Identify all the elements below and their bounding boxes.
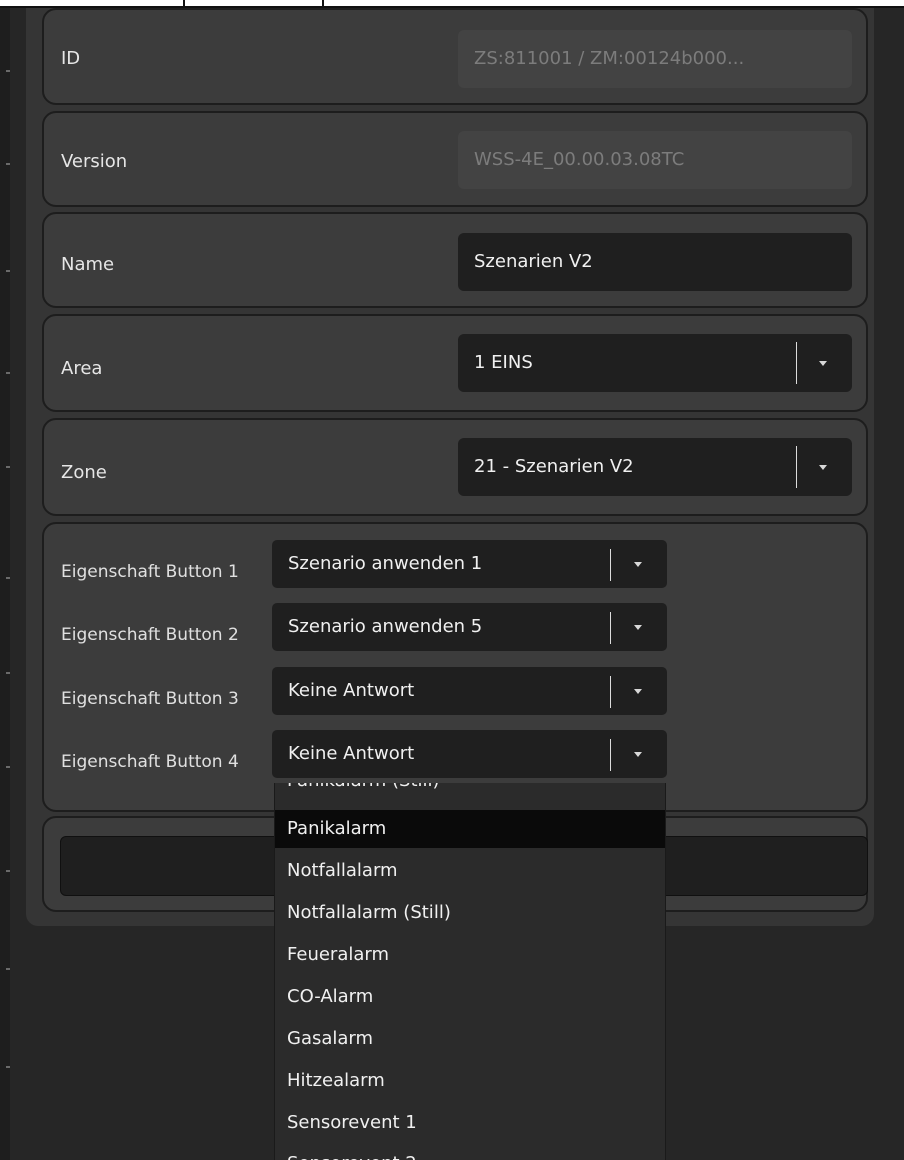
select-separator: [610, 612, 611, 644]
select-separator: [796, 446, 797, 488]
zone-selected-value: 21 - Szenarien V2: [474, 456, 634, 477]
chevron-down-icon[interactable]: [634, 625, 642, 630]
dropdown-option[interactable]: Gasalarm: [275, 1020, 665, 1058]
button-1-property-value: Szenario anwenden 1: [288, 553, 483, 574]
top-edge: [0, 0, 904, 8]
version-field: WSS-4E_00.00.03.08TC: [458, 131, 852, 189]
button-3-property-value: Keine Antwort: [288, 680, 415, 701]
button-3-property-select[interactable]: Keine Antwort: [272, 667, 667, 715]
background-page-edge: [0, 8, 10, 1160]
chevron-down-icon[interactable]: [819, 465, 827, 470]
id-label: ID: [61, 48, 81, 69]
button-2-property-label: Eigenschaft Button 2: [61, 625, 239, 645]
button-4-property-label: Eigenschaft Button 4: [61, 752, 239, 772]
button-2-property-select[interactable]: Szenario anwenden 5: [272, 603, 667, 651]
button-1-property-label: Eigenschaft Button 1: [61, 562, 239, 582]
button-properties-section: Eigenschaft Button 1 Szenario anwenden 1…: [42, 522, 868, 812]
dropdown-option[interactable]: Notfallalarm (Still): [275, 894, 665, 932]
id-field: ZS:811001 / ZM:00124b000...: [458, 30, 852, 88]
dropdown-option[interactable]: Sensorevent 1: [275, 1104, 665, 1142]
area-field-row: Area 1 EINS: [42, 314, 868, 412]
version-field-row: Version WSS-4E_00.00.03.08TC: [42, 111, 868, 207]
name-input[interactable]: Szenarien V2: [458, 233, 852, 291]
select-separator: [610, 739, 611, 771]
select-separator: [610, 549, 611, 581]
chevron-down-icon[interactable]: [634, 689, 642, 694]
button-4-options-dropdown[interactable]: Panikalarm (Still) Panikalarm Notfallala…: [274, 783, 666, 1160]
version-label: Version: [61, 151, 128, 172]
area-selected-value: 1 EINS: [474, 352, 533, 373]
dropdown-option[interactable]: Feueralarm: [275, 936, 665, 974]
dropdown-option[interactable]: CO-Alarm: [275, 978, 665, 1016]
dropdown-option[interactable]: Panikalarm (Still): [275, 783, 665, 800]
zone-select[interactable]: 21 - Szenarien V2: [458, 438, 852, 496]
dropdown-option[interactable]: Sensorevent 2: [275, 1145, 665, 1160]
zone-label: Zone: [61, 462, 107, 483]
chevron-down-icon[interactable]: [634, 752, 642, 757]
button-3-property-label: Eigenschaft Button 3: [61, 689, 239, 709]
button-1-property-select[interactable]: Szenario anwenden 1: [272, 540, 667, 588]
name-field-row: Name Szenarien V2: [42, 212, 868, 308]
button-4-property-select[interactable]: Keine Antwort: [272, 730, 667, 778]
zone-field-row: Zone 21 - Szenarien V2: [42, 418, 868, 516]
id-field-row: ID ZS:811001 / ZM:00124b000...: [42, 8, 868, 105]
dropdown-option[interactable]: Notfallalarm: [275, 852, 665, 890]
name-label: Name: [61, 254, 115, 275]
button-2-property-value: Szenario anwenden 5: [288, 616, 483, 637]
area-label: Area: [61, 358, 103, 379]
dropdown-option[interactable]: Hitzealarm: [275, 1062, 665, 1100]
select-separator: [796, 342, 797, 384]
area-select[interactable]: 1 EINS: [458, 334, 852, 392]
button-4-property-value: Keine Antwort: [288, 743, 415, 764]
select-separator: [610, 676, 611, 708]
chevron-down-icon[interactable]: [634, 562, 642, 567]
dropdown-option-highlighted[interactable]: Panikalarm: [275, 810, 665, 848]
chevron-down-icon[interactable]: [819, 361, 827, 366]
